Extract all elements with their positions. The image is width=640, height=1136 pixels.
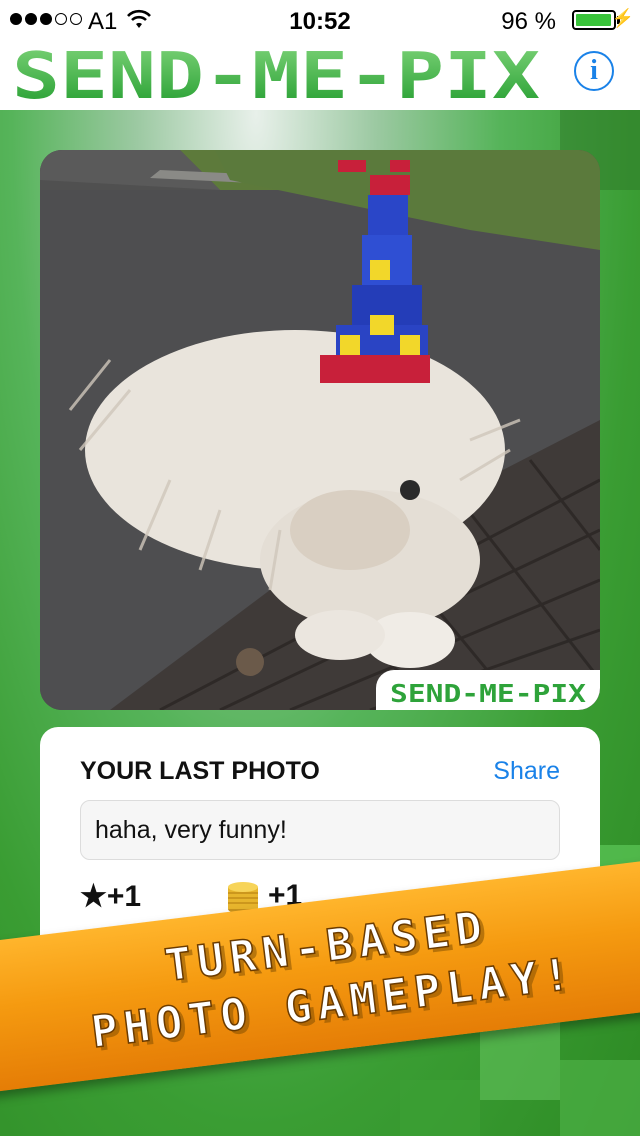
info-button[interactable]: i xyxy=(574,51,614,91)
app-logo: SEND-ME-PIX xyxy=(12,40,542,114)
watermark-text: SEND-ME-PIX xyxy=(390,681,586,705)
logo-text: SEND-ME-PIX xyxy=(12,48,540,102)
stars-reward: ★+1 xyxy=(80,880,142,913)
photo-watermark: SEND-ME-PIX xyxy=(376,670,600,710)
battery-icon xyxy=(572,10,616,30)
dog-photo xyxy=(40,150,600,710)
last-photo-image[interactable]: SEND-ME-PIX xyxy=(40,150,600,710)
battery-percentage: 96 % xyxy=(501,8,556,35)
charging-icon: ⚡ xyxy=(611,8,634,28)
share-button[interactable]: Share xyxy=(493,757,560,786)
last-photo-title: YOUR LAST PHOTO xyxy=(80,757,320,785)
status-bar: A1 10:52 96 % ⚡ xyxy=(0,0,640,40)
photo-comment: haha, very funny! xyxy=(80,800,560,860)
app-header: SEND-ME-PIX i xyxy=(0,40,640,114)
